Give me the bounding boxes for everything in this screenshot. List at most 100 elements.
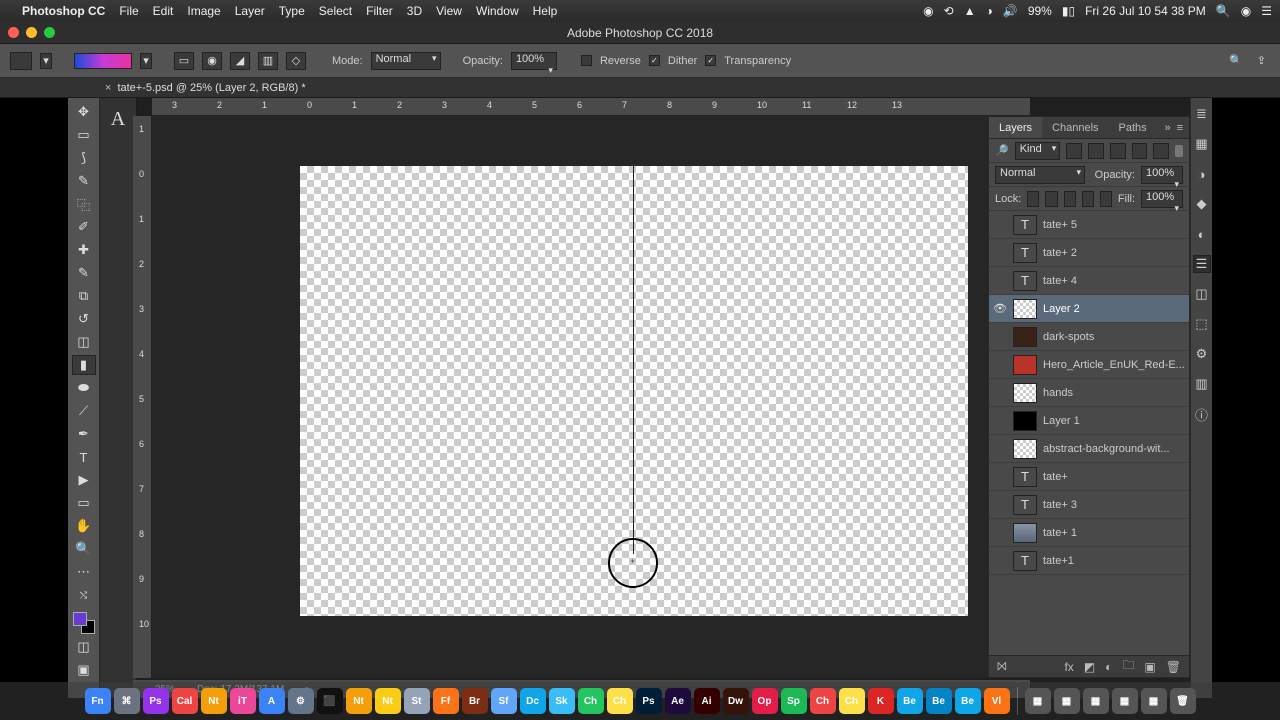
quick-select-tool[interactable]: ✎ (72, 171, 96, 191)
info-panel-icon[interactable]: ⓘ (1194, 406, 1210, 422)
lock-all-icon[interactable] (1100, 191, 1112, 207)
tab-layers[interactable]: Layers (989, 117, 1042, 138)
fx-icon[interactable]: fx (1064, 660, 1073, 674)
swatches-panel-icon[interactable]: ▦ (1194, 136, 1210, 152)
dock-app-icon[interactable]: Ch (578, 688, 604, 714)
new-layer-icon[interactable]: ▣ (1144, 660, 1155, 674)
menu-layer[interactable]: Layer (235, 4, 265, 18)
dock-app-icon[interactable]: Be (926, 688, 952, 714)
layer-thumb[interactable] (1013, 439, 1037, 459)
layer-thumb[interactable]: T (1013, 271, 1037, 291)
layer-row[interactable]: Ttate+1 (989, 547, 1189, 575)
document-tab[interactable]: × tate+-5.psd @ 25% (Layer 2, RGB/8) * (105, 82, 306, 94)
status-record-icon[interactable]: ◉ (923, 4, 933, 18)
window-minimize-button[interactable] (26, 27, 37, 38)
dock-app-icon[interactable]: ⚙ (288, 688, 314, 714)
menu-image[interactable]: Image (187, 4, 220, 18)
transparency-checkbox[interactable] (705, 55, 716, 66)
gradient-reflected-button[interactable]: ▥ (258, 52, 278, 70)
dock-extra-icon[interactable]: 🗑 (1170, 688, 1196, 714)
history-panel-icon[interactable]: ≣ (1194, 106, 1210, 122)
layer-thumb[interactable]: T (1013, 215, 1037, 235)
dock-app-icon[interactable]: Ch (607, 688, 633, 714)
gradient-angle-button[interactable]: ◢ (230, 52, 250, 70)
layers-list[interactable]: Ttate+ 5Ttate+ 2Ttate+ 4👁Layer 2dark-spo… (989, 211, 1189, 655)
gradient-radial-button[interactable]: ◉ (202, 52, 222, 70)
menu-help[interactable]: Help (533, 4, 558, 18)
layer-name[interactable]: abstract-background-wit... (1043, 443, 1185, 455)
dock-app-icon[interactable]: Cal (172, 688, 198, 714)
dock-app-icon[interactable]: Ch (810, 688, 836, 714)
shape-tool[interactable]: ▭ (72, 493, 96, 513)
layer-row[interactable]: Ttate+ 5 (989, 211, 1189, 239)
dock-app-icon[interactable]: A (259, 688, 285, 714)
pen-tool[interactable]: ✒ (72, 424, 96, 444)
move-tool[interactable]: ✥ (72, 102, 96, 122)
layer-row[interactable]: Ttate+ 4 (989, 267, 1189, 295)
layer-thumb[interactable] (1013, 383, 1037, 403)
actions-panel-icon[interactable]: ⚙ (1194, 346, 1210, 362)
lock-artboard-icon[interactable] (1082, 191, 1094, 207)
tab-paths[interactable]: Paths (1109, 117, 1157, 138)
opacity-input[interactable]: 100% (511, 52, 557, 70)
layer-name[interactable]: Hero_Article_EnUK_Red-E... (1043, 359, 1185, 371)
filter-smart-icon[interactable] (1153, 143, 1169, 159)
blur-tool[interactable]: ⬬ (72, 378, 96, 398)
layer-name[interactable]: dark-spots (1043, 331, 1185, 343)
siri-icon[interactable]: ◉ (1241, 4, 1251, 18)
status-cc-icon[interactable]: ⟲ (944, 4, 954, 18)
dock-app-icon[interactable]: Ps (143, 688, 169, 714)
filter-pixel-icon[interactable] (1066, 143, 1082, 159)
menu-file[interactable]: File (119, 4, 138, 18)
gradient-linear-button[interactable]: ▭ (174, 52, 194, 70)
dock-app-icon[interactable]: Ps (636, 688, 662, 714)
quick-mask-button[interactable]: ◫ (72, 637, 96, 657)
dock-app-icon[interactable]: Ff (433, 688, 459, 714)
libraries-panel-icon[interactable]: ◆ (1194, 196, 1210, 212)
dock-app-icon[interactable]: Be (955, 688, 981, 714)
layer-name[interactable]: hands (1043, 387, 1185, 399)
dock-app-icon[interactable]: Dc (520, 688, 546, 714)
more-tools[interactable]: ⋯ (72, 562, 96, 582)
paths-panel-icon[interactable]: ⬚ (1194, 316, 1210, 332)
dock-app-icon[interactable]: Sf (491, 688, 517, 714)
eyedropper-tool[interactable]: ✐ (72, 217, 96, 237)
layer-thumb[interactable]: T (1013, 243, 1037, 263)
layer-name[interactable]: Layer 2 (1043, 303, 1185, 315)
layer-thumb[interactable]: T (1013, 467, 1037, 487)
status-sync-icon[interactable]: ◑ (986, 4, 993, 18)
layer-thumb[interactable]: T (1013, 551, 1037, 571)
dock-app-icon[interactable]: ⬛ (317, 688, 343, 714)
group-icon[interactable]: 🗀 (1122, 656, 1134, 677)
status-warning-icon[interactable]: ▲ (964, 4, 976, 18)
screen-mode-button[interactable]: ▣ (72, 660, 96, 680)
layer-name[interactable]: Layer 1 (1043, 415, 1185, 427)
gradient-picker-dropdown[interactable]: ▾ (140, 53, 152, 69)
filter-search-icon[interactable]: 🔎 (995, 144, 1009, 157)
tool-preset-dropdown[interactable]: ▾ (40, 53, 52, 69)
menu-3d[interactable]: 3D (407, 4, 422, 18)
tab-channels[interactable]: Channels (1042, 117, 1108, 138)
dock-extra-icon[interactable]: ▦ (1054, 688, 1080, 714)
layer-thumb[interactable] (1013, 411, 1037, 431)
character-panel-icon[interactable]: A (111, 104, 125, 135)
canvas-viewport[interactable]: ⁺ (152, 116, 1030, 678)
mask-icon[interactable]: ◩ (1084, 660, 1095, 674)
menu-edit[interactable]: Edit (153, 4, 174, 18)
layer-thumb[interactable] (1013, 327, 1037, 347)
filter-adjust-icon[interactable] (1088, 143, 1104, 159)
menu-view[interactable]: View (436, 4, 462, 18)
dither-checkbox[interactable] (649, 55, 660, 66)
menu-filter[interactable]: Filter (366, 4, 393, 18)
adjustment-icon[interactable]: ◐ (1105, 660, 1112, 674)
layer-thumb[interactable] (1013, 299, 1037, 319)
dock-app-icon[interactable]: ⌘ (114, 688, 140, 714)
lock-position-icon[interactable] (1064, 191, 1076, 207)
dock-extra-icon[interactable]: ▦ (1083, 688, 1109, 714)
layer-row[interactable]: Ttate+ 3 (989, 491, 1189, 519)
layer-name[interactable]: tate+ 2 (1043, 247, 1185, 259)
dodge-tool[interactable]: ⟋ (72, 401, 96, 421)
zoom-tool[interactable]: 🔍 (72, 539, 96, 559)
dock-app-icon[interactable]: Sk (549, 688, 575, 714)
dock-app-icon[interactable]: K (868, 688, 894, 714)
